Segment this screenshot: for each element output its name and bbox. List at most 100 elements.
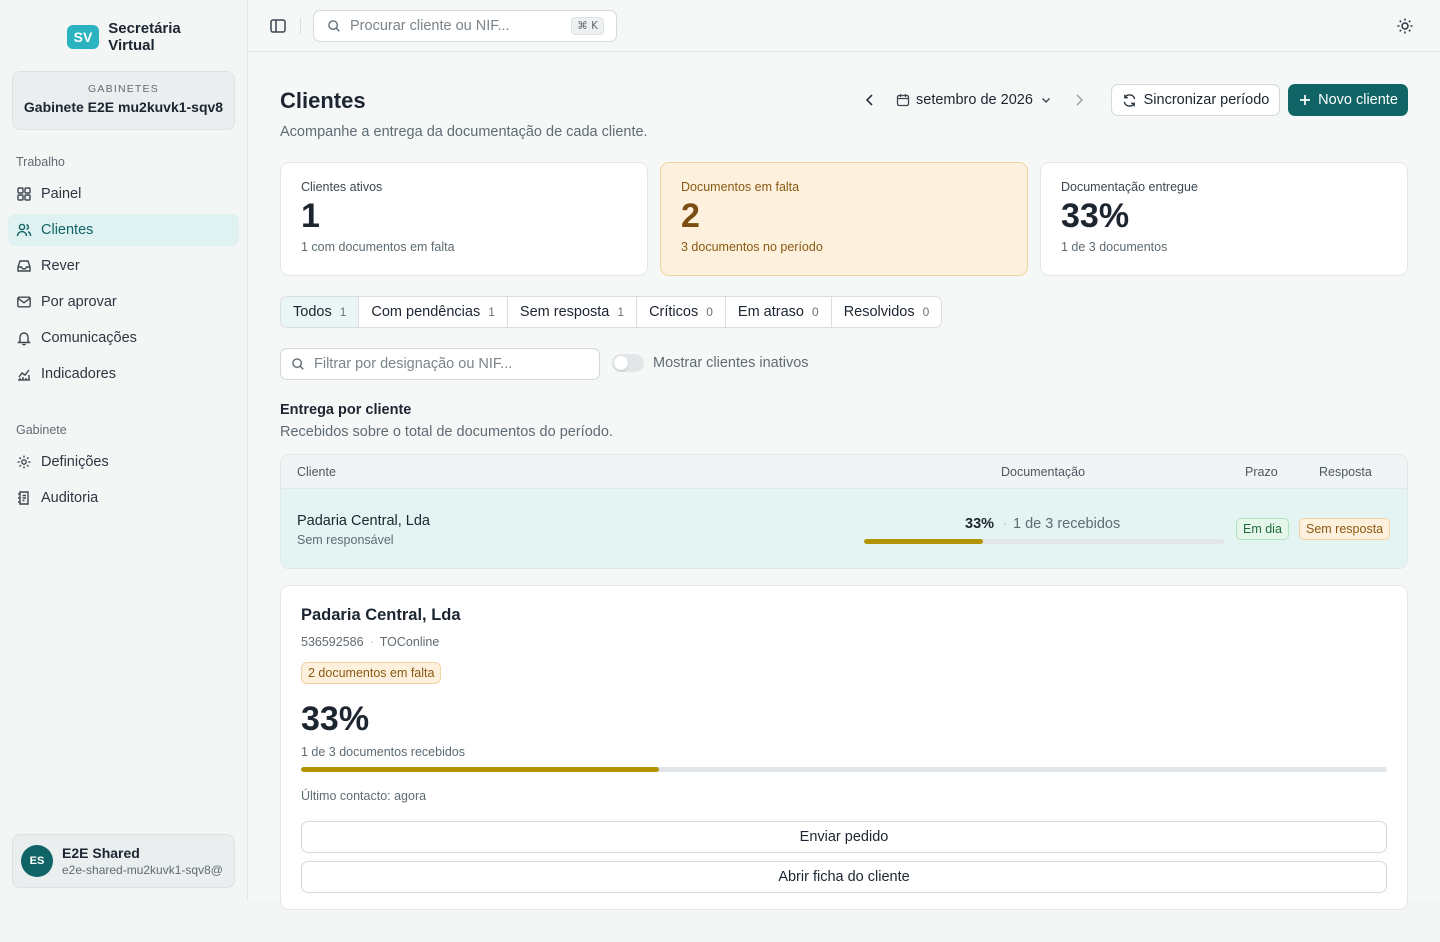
sidebar-item-label: Indicadores xyxy=(41,366,116,382)
user-email: e2e-shared-mu2kuvk1-sqv8@ xyxy=(62,863,223,877)
stat-label: Clientes ativos xyxy=(301,180,383,194)
client-detail-card: Padaria Central, Lda 536592586 · TOConli… xyxy=(280,585,1408,910)
column-header: Prazo xyxy=(1245,465,1278,479)
nav-section-work: Trabalho xyxy=(16,155,65,169)
open-client-button[interactable]: Abrir ficha do cliente xyxy=(301,861,1387,893)
tab-label: Críticos xyxy=(649,304,699,320)
sidebar-item-label: Definições xyxy=(41,454,109,470)
stat-missing-documents: Documentos em falta 2 3 documentos no pe… xyxy=(660,162,1028,276)
sidebar-item-rever[interactable]: Rever xyxy=(8,250,239,282)
sidebar-item-por-aprovar[interactable]: Por aprovar xyxy=(8,286,239,318)
tab-count: 0 xyxy=(812,305,819,319)
column-header: Resposta xyxy=(1319,465,1372,479)
mail-icon xyxy=(17,296,31,308)
period-label: setembro de 2026 xyxy=(916,92,1033,108)
sidebar-item-comunicacoes[interactable]: Comunicações xyxy=(8,322,239,354)
inbox-icon xyxy=(17,260,31,272)
chevron-left-icon[interactable] xyxy=(862,92,878,108)
user-name: E2E Shared xyxy=(62,845,140,861)
deadline-badge: Em dia xyxy=(1236,518,1289,540)
delivery-count: 1 de 3 recebidos xyxy=(1013,516,1121,532)
client-filter-input[interactable] xyxy=(314,356,584,372)
sidebar-item-clientes[interactable]: Clientes xyxy=(8,214,239,246)
global-search[interactable]: ⌘ K xyxy=(313,10,617,42)
stat-hint: 1 com documentos em falta xyxy=(301,240,455,254)
detail-percent: 33% xyxy=(301,700,370,738)
plus-icon xyxy=(1300,95,1311,105)
inactive-clients-toggle[interactable]: Mostrar clientes inativos xyxy=(612,354,809,372)
tab-count: 1 xyxy=(488,305,495,319)
sidebar: SV Secretária Virtual GABINETES Gabinete… xyxy=(0,0,248,900)
tab-resolvidos[interactable]: Resolvidos 0 xyxy=(832,297,942,327)
missing-documents-badge: 2 documentos em falta xyxy=(301,662,442,684)
chevron-right-icon[interactable] xyxy=(1071,92,1087,108)
period-navigator: setembro de 2026 xyxy=(862,88,1087,112)
stat-value: 1 xyxy=(301,197,320,235)
progress-fill xyxy=(864,539,983,544)
delivery-progress-bar xyxy=(864,539,1224,544)
tab-todos[interactable]: Todos 1 xyxy=(281,297,360,327)
column-header: Documentação xyxy=(1001,465,1086,479)
sidebar-item-label: Auditoria xyxy=(41,490,99,506)
refresh-icon xyxy=(1123,93,1135,107)
sidebar-item-label: Clientes xyxy=(41,222,94,238)
sidebar-item-definicoes[interactable]: Definições xyxy=(8,446,239,478)
new-client-button[interactable]: Novo cliente xyxy=(1288,84,1408,116)
client-filter[interactable] xyxy=(280,348,600,380)
global-search-input[interactable] xyxy=(350,18,565,34)
separator-dot: · xyxy=(1003,516,1007,530)
period-select[interactable]: setembro de 2026 xyxy=(896,92,1053,108)
tab-count: 1 xyxy=(339,305,347,319)
calendar-icon xyxy=(896,94,910,107)
sidebar-toggle-icon[interactable] xyxy=(269,17,287,35)
detail-meta: 536592586 · TOConline xyxy=(301,635,439,649)
shortcut-hint: ⌘ K xyxy=(571,17,604,35)
section-subtitle: Recebidos sobre o total de documentos do… xyxy=(280,424,613,440)
stat-label: Documentos em falta xyxy=(681,180,800,194)
detail-client-name: Padaria Central, Lda xyxy=(301,606,461,624)
page-subtitle: Acompanhe a entrega da documentação de c… xyxy=(280,124,648,140)
tab-com-pendencias[interactable]: Com pendências 1 xyxy=(359,297,508,327)
detail-progress-bar xyxy=(301,767,1387,772)
workspace-switcher[interactable]: GABINETES Gabinete E2E mu2kuvk1-sqv8 xyxy=(12,71,235,130)
tab-em-atraso[interactable]: Em atraso 0 xyxy=(726,297,832,327)
tab-criticos[interactable]: Críticos 0 xyxy=(637,297,726,327)
brand-line-1: Secretária xyxy=(108,20,181,37)
tab-label: Com pendências xyxy=(371,304,481,320)
chart-icon xyxy=(18,369,30,381)
sidebar-item-painel[interactable]: Painel xyxy=(8,178,239,210)
stat-hint: 1 de 3 documentos xyxy=(1061,240,1168,254)
sun-icon[interactable] xyxy=(1396,17,1414,35)
sync-period-button[interactable]: Sincronizar período xyxy=(1111,84,1280,116)
brand[interactable]: SV Secretária Virtual xyxy=(0,0,247,60)
table-row[interactable]: Padaria Central, Lda Sem responsável 33%… xyxy=(281,489,1407,568)
sidebar-item-indicadores[interactable]: Indicadores xyxy=(8,358,239,390)
nav-section-office: Gabinete xyxy=(16,423,67,437)
last-contact: Último contacto: agora xyxy=(301,789,427,803)
tab-count: 1 xyxy=(617,305,625,319)
toggle-switch[interactable] xyxy=(612,354,644,372)
tab-sem-resposta[interactable]: Sem resposta 1 xyxy=(508,297,638,327)
user-menu[interactable]: ES E2E Shared e2e-shared-mu2kuvk1-sqv8@ xyxy=(12,834,235,888)
brand-line-2: Virtual xyxy=(108,37,155,54)
logo-icon: SV xyxy=(67,25,100,49)
brand-name: Secretária Virtual xyxy=(108,20,181,54)
detail-received: 1 de 3 documentos recebidos xyxy=(301,745,465,759)
sidebar-item-label: Comunicações xyxy=(41,330,137,346)
detail-nif: 536592586 xyxy=(301,635,364,649)
gear-icon xyxy=(17,455,31,469)
detail-source: TOConline xyxy=(379,635,440,649)
divider xyxy=(300,18,301,34)
users-icon xyxy=(16,223,32,237)
send-request-button[interactable]: Enviar pedido xyxy=(301,821,1387,853)
stat-value: 33% xyxy=(1061,197,1130,235)
sidebar-item-label: Por aprovar xyxy=(41,294,117,310)
response-badge: Sem resposta xyxy=(1299,518,1391,540)
search-icon xyxy=(328,20,340,32)
sync-period-label: Sincronizar período xyxy=(1143,92,1270,108)
page-title: Clientes xyxy=(280,88,366,113)
sidebar-item-auditoria[interactable]: Auditoria xyxy=(8,482,239,514)
sidebar-item-label: Rever xyxy=(41,258,80,274)
workspace-name: Gabinete E2E mu2kuvk1-sqv8 xyxy=(23,99,224,115)
stat-value: 2 xyxy=(681,197,700,235)
